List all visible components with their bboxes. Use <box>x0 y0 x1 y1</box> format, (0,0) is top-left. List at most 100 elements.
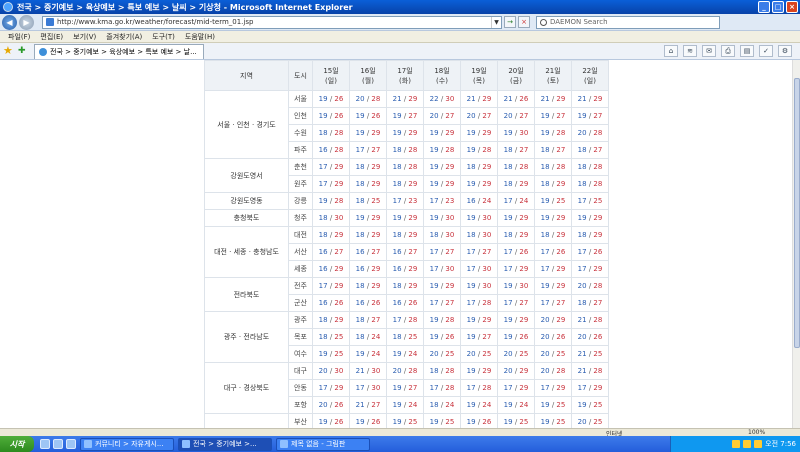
address-bar[interactable]: http://www.kma.go.kr/weather/forecast/mi… <box>42 15 502 29</box>
vertical-scrollbar[interactable] <box>792 60 800 428</box>
go-button[interactable]: → <box>504 16 516 28</box>
min-temp: 17 <box>429 265 439 273</box>
temp-cell: 18 / 28 <box>571 175 609 193</box>
start-button[interactable]: 시작 <box>0 436 34 452</box>
min-temp: 16 <box>355 299 365 307</box>
maximize-button[interactable]: □ <box>772 1 784 13</box>
max-temp: 25 <box>593 350 603 358</box>
temp-cell: 18 / 27 <box>497 141 535 159</box>
min-temp: 19 <box>540 401 550 409</box>
max-temp: 26 <box>334 95 344 103</box>
max-temp: 28 <box>334 197 344 205</box>
temp-cell: 17 / 30 <box>460 260 498 278</box>
max-temp: 27 <box>371 316 381 324</box>
temp-cell: 17 / 23 <box>386 192 424 210</box>
min-temp: 18 <box>318 129 328 137</box>
temp-cell: 19 / 27 <box>534 107 572 125</box>
taskbar-item[interactable]: 커뮤니티 > 자유게시... <box>80 437 174 451</box>
min-temp: 17 <box>318 163 328 171</box>
min-temp: 19 <box>503 316 513 324</box>
add-favorite-icon[interactable]: ✚ <box>18 46 28 56</box>
min-temp: 19 <box>466 333 476 341</box>
min-temp: 19 <box>466 129 476 137</box>
temp-cell: 20 / 29 <box>497 362 535 380</box>
min-temp: 17 <box>429 248 439 256</box>
max-temp: 29 <box>334 163 344 171</box>
min-temp: 19 <box>503 214 513 222</box>
min-temp: 19 <box>392 214 402 222</box>
search-input[interactable]: DAEMON Search <box>536 15 720 29</box>
min-temp: 20 <box>392 367 402 375</box>
min-temp: 17 <box>466 248 476 256</box>
min-temp: 17 <box>577 248 587 256</box>
feeds-icon[interactable]: ≋ <box>683 45 697 57</box>
min-temp: 16 <box>318 248 328 256</box>
minimize-button[interactable]: _ <box>758 1 770 13</box>
temp-cell: 17 / 28 <box>460 379 498 397</box>
temp-cell: 18 / 29 <box>497 175 535 193</box>
print-icon[interactable]: ⎙ <box>721 45 735 57</box>
min-temp: 20 <box>577 129 587 137</box>
min-temp: 18 <box>355 282 365 290</box>
min-temp: 21 <box>503 95 513 103</box>
max-temp: 24 <box>519 197 529 205</box>
max-temp: 27 <box>519 299 529 307</box>
page-icon[interactable]: ▤ <box>740 45 754 57</box>
max-temp: 24 <box>371 350 381 358</box>
min-temp: 18 <box>577 231 587 239</box>
min-temp: 19 <box>540 197 550 205</box>
min-temp: 18 <box>466 231 476 239</box>
temp-cell: 18 / 29 <box>534 175 572 193</box>
menu-view[interactable]: 보기(V) <box>73 32 96 42</box>
browser-tab[interactable]: 전국 > 중기예보 > 육상예보 > 특보 예보 > 날... <box>34 43 204 59</box>
max-temp: 29 <box>334 180 344 188</box>
forward-button[interactable]: ▶ <box>19 14 34 30</box>
safety-icon[interactable]: ✓ <box>759 45 773 57</box>
temp-cell: 18 / 29 <box>312 311 350 329</box>
home-icon[interactable]: ⌂ <box>664 45 678 57</box>
ie-launch-icon[interactable] <box>53 439 63 449</box>
temp-cell: 19 / 30 <box>497 124 535 142</box>
volume-icon[interactable] <box>754 440 763 448</box>
taskbar-item[interactable]: 제목 없음 - 그림판 <box>276 437 370 451</box>
temp-cell: 20 / 28 <box>571 124 609 142</box>
max-temp: 28 <box>556 163 566 171</box>
temp-cell: 20 / 25 <box>423 345 461 363</box>
menu-favorites[interactable]: 즐겨찾기(A) <box>106 32 142 42</box>
window-title-bar[interactable]: 전국 > 중기예보 > 육상예보 > 특보 예보 > 날씨 > 기상청 - Mi… <box>0 0 800 14</box>
temp-cell: 16 / 26 <box>386 294 424 312</box>
stop-button[interactable]: × <box>518 16 530 28</box>
address-dropdown-icon[interactable]: ▼ <box>491 16 501 28</box>
menu-file[interactable]: 파일(F) <box>8 32 30 42</box>
temp-cell: 17 / 27 <box>534 294 572 312</box>
menu-help[interactable]: 도움말(H) <box>185 32 215 42</box>
close-button[interactable]: × <box>786 1 798 13</box>
temp-cell: 18 / 29 <box>571 226 609 244</box>
zoom-level[interactable]: 100% <box>748 429 765 436</box>
table-header-row: 지역 도시 15일 (일) 16일 (월) 17일 (화) 18일 (수) 19일 (목)… <box>204 60 609 91</box>
min-temp: 21 <box>355 367 365 375</box>
max-temp: 29 <box>593 384 603 392</box>
max-temp: 28 <box>593 180 603 188</box>
scrollbar-thumb[interactable] <box>794 78 800 348</box>
menu-edit[interactable]: 편집(E) <box>40 32 63 42</box>
favorites-star-icon[interactable]: ★ <box>3 45 15 57</box>
back-button[interactable]: ◀ <box>2 14 17 30</box>
tools-icon[interactable]: ⚙ <box>778 45 792 57</box>
min-temp: 19 <box>540 129 550 137</box>
min-temp: 17 <box>429 299 439 307</box>
temp-cell: 19 / 25 <box>497 413 535 428</box>
desktop-icon[interactable] <box>40 439 50 449</box>
min-temp: 19 <box>318 350 328 358</box>
tray-icon[interactable] <box>743 440 752 448</box>
mail-icon[interactable]: ✉ <box>702 45 716 57</box>
temp-cell: 17 / 28 <box>423 379 461 397</box>
folder-icon[interactable] <box>66 439 76 449</box>
temp-cell: 21 / 29 <box>386 90 424 108</box>
max-temp: 26 <box>408 299 418 307</box>
temp-cell: 18 / 30 <box>312 209 350 227</box>
taskbar-item[interactable]: 전국 > 중기예보 >... <box>178 437 272 451</box>
tray-icon[interactable] <box>732 440 741 448</box>
temp-cell: 19 / 30 <box>497 277 535 295</box>
menu-tools[interactable]: 도구(T) <box>152 32 175 42</box>
